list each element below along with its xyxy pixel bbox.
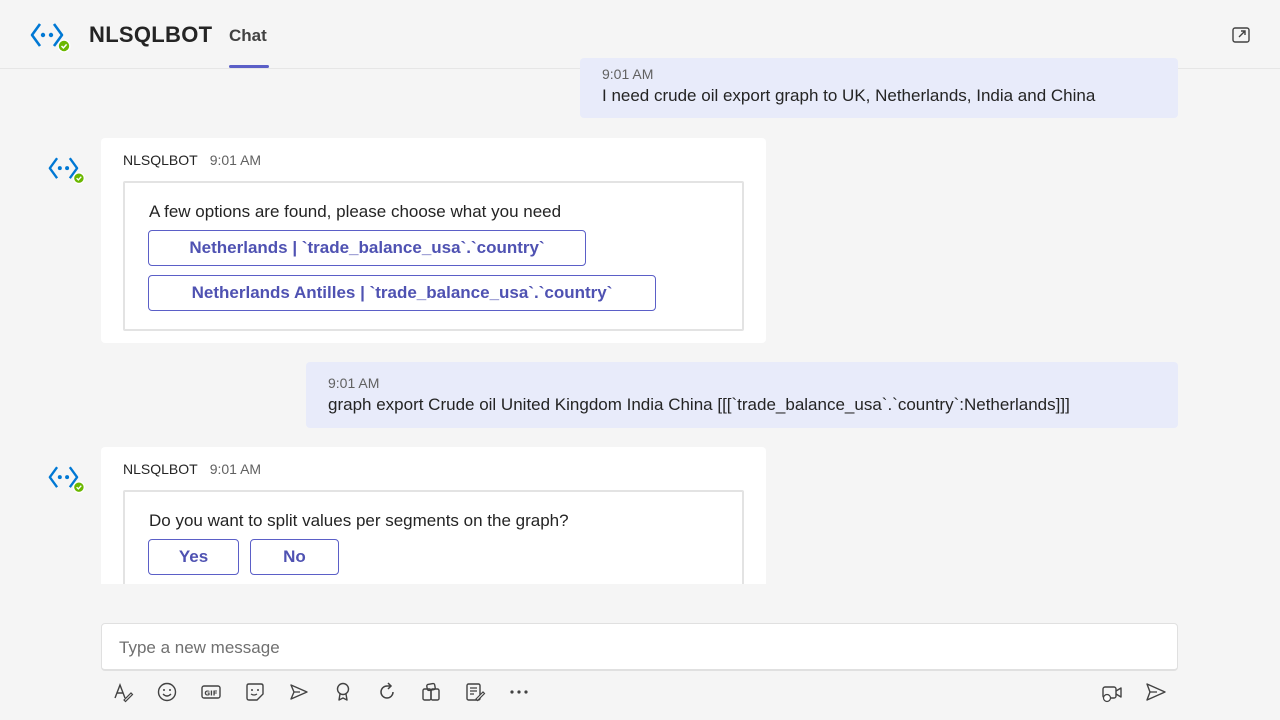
message-text: I need crude oil export graph to UK, Net… xyxy=(602,86,1096,105)
more-options-icon[interactable] xyxy=(507,680,531,704)
message-text: graph export Crude oil United Kingdom In… xyxy=(328,395,1070,414)
bot-message: NLSQLBOT 9:01 AM Do you want to split val… xyxy=(101,447,766,584)
user-message: 9:01 AM graph export Crude oil United Ki… xyxy=(306,362,1178,428)
send-icon[interactable] xyxy=(1144,680,1168,704)
pop-out-icon[interactable] xyxy=(1230,24,1252,46)
bot-logo-icon xyxy=(30,23,71,53)
message-time: 9:01 AM xyxy=(209,461,262,477)
option-button-netherlands[interactable]: Netherlands | `trade_balance_usa`.`count… xyxy=(148,230,586,266)
active-tab-indicator xyxy=(229,65,269,68)
message-time: 9:01 AM xyxy=(328,375,380,391)
bot-name: NLSQLBOT xyxy=(123,152,198,168)
bot-message: NLSQLBOT 9:01 AM A few options are found,… xyxy=(101,138,766,343)
card-prompt: A few options are found, please choose w… xyxy=(149,202,562,221)
tab-chat[interactable]: Chat xyxy=(229,26,267,68)
meet-now-icon[interactable] xyxy=(287,680,311,704)
option-button-netherlands-antilles[interactable]: Netherlands Antilles | `trade_balance_us… xyxy=(148,275,656,311)
bot-message-meta: NLSQLBOT 9:01 AM xyxy=(123,461,261,477)
apps-icon[interactable] xyxy=(419,680,443,704)
adaptive-card: A few options are found, please choose w… xyxy=(123,181,744,331)
forms-icon[interactable] xyxy=(463,680,487,704)
message-time: 9:01 AM xyxy=(209,152,262,168)
emoji-icon[interactable] xyxy=(155,680,179,704)
gif-icon[interactable]: GIF xyxy=(199,680,223,704)
praise-icon[interactable] xyxy=(331,680,355,704)
message-time: 9:01 AM xyxy=(602,66,654,82)
video-clip-icon[interactable] xyxy=(1100,680,1124,704)
loop-icon[interactable] xyxy=(375,680,399,704)
adaptive-card: Do you want to split values per segments… xyxy=(123,490,744,584)
compose-box[interactable] xyxy=(101,623,1178,671)
bot-name: NLSQLBOT xyxy=(123,461,198,477)
bot-avatar-icon xyxy=(48,157,85,185)
yes-button[interactable]: Yes xyxy=(148,539,239,575)
svg-text:GIF: GIF xyxy=(204,690,217,698)
sticker-icon[interactable] xyxy=(243,680,267,704)
message-input[interactable] xyxy=(119,636,1159,660)
bot-message-meta: NLSQLBOT 9:01 AM xyxy=(123,152,261,168)
bot-avatar-icon xyxy=(48,466,85,494)
card-prompt: Do you want to split values per segments… xyxy=(149,511,569,530)
no-button[interactable]: No xyxy=(250,539,339,575)
app-title: NLSQLBOT xyxy=(89,22,213,47)
user-message: 9:01 AM I need crude oil export graph to… xyxy=(580,58,1178,118)
format-icon[interactable] xyxy=(111,680,135,704)
